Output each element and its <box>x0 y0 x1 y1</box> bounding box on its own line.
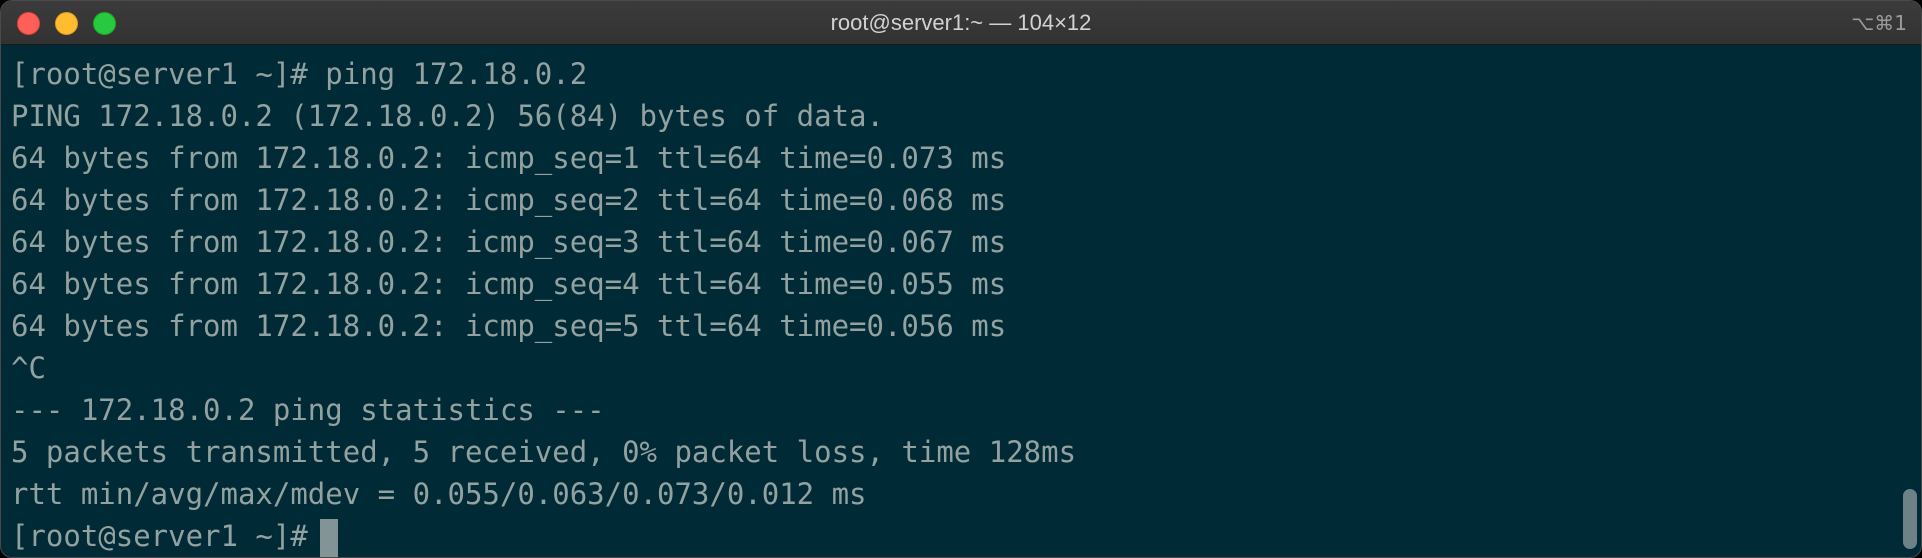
terminal-line: 64 bytes from 172.18.0.2: icmp_seq=3 ttl… <box>11 225 1007 259</box>
title-bar[interactable]: root@server1:~ — 104×12 ⌥⌘1 <box>1 1 1921 45</box>
terminal-line: 5 packets transmitted, 5 received, 0% pa… <box>11 435 1077 469</box>
terminal-window: root@server1:~ — 104×12 ⌥⌘1 [root@server… <box>0 0 1922 558</box>
terminal-line: --- 172.18.0.2 ping statistics --- <box>11 393 605 427</box>
window-title: root@server1:~ — 104×12 <box>830 10 1092 35</box>
terminal-line: 64 bytes from 172.18.0.2: icmp_seq=4 ttl… <box>11 267 1007 301</box>
shell-prompt: [root@server1 ~]# <box>11 519 308 553</box>
terminal-line: [root@server1 ~]# ping 172.18.0.2 <box>11 57 588 91</box>
terminal-line: 64 bytes from 172.18.0.2: icmp_seq=1 ttl… <box>11 141 1007 175</box>
prompt-line[interactable]: [root@server1 ~]# <box>11 515 1921 557</box>
terminal-line: PING 172.18.0.2 (172.18.0.2) 56(84) byte… <box>11 99 884 133</box>
terminal-output[interactable]: [root@server1 ~]# ping 172.18.0.2 PING 1… <box>1 45 1921 557</box>
text-cursor <box>319 519 338 557</box>
terminal-line: ^C <box>11 351 46 385</box>
terminal-line: 64 bytes from 172.18.0.2: icmp_seq=2 ttl… <box>11 183 1007 217</box>
window-shortcut-hint: ⌥⌘1 <box>1851 11 1907 35</box>
scrollbar-thumb[interactable] <box>1903 489 1917 549</box>
terminal-line: rtt min/avg/max/mdev = 0.055/0.063/0.073… <box>11 477 867 511</box>
terminal-line: 64 bytes from 172.18.0.2: icmp_seq=5 ttl… <box>11 309 1007 343</box>
vertical-scrollbar[interactable] <box>1901 45 1917 553</box>
